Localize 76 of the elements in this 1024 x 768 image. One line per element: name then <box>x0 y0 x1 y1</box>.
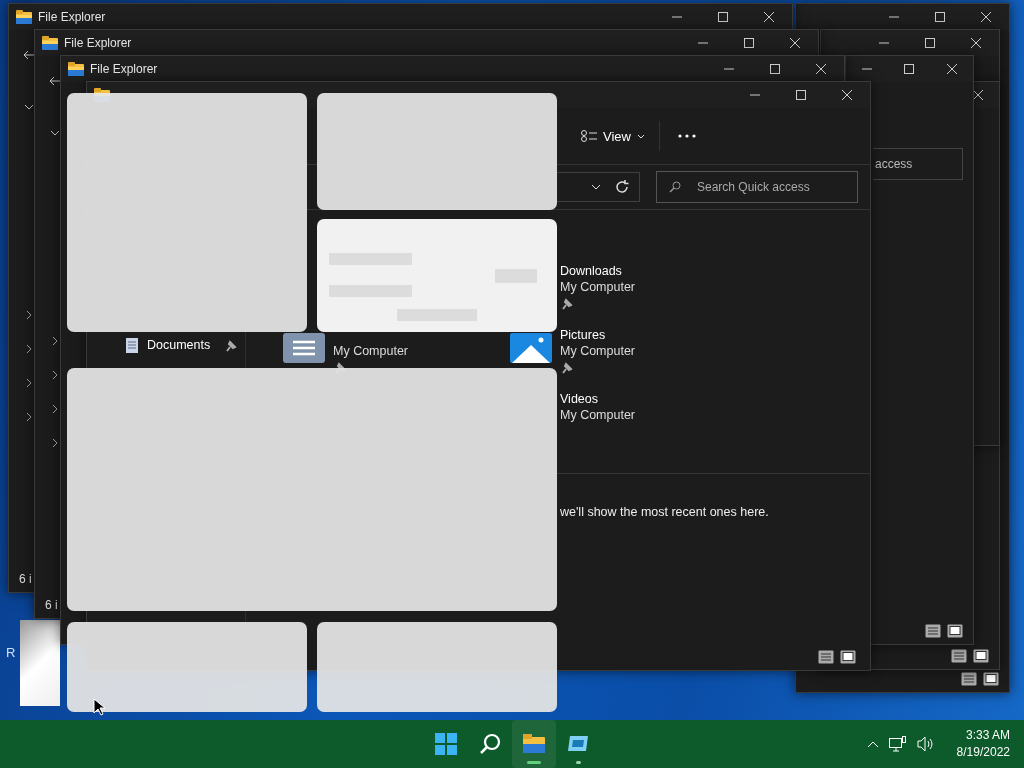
start-icon[interactable] <box>435 733 457 755</box>
more-options-icon[interactable] <box>677 134 696 138</box>
file-explorer-icon[interactable] <box>523 733 545 755</box>
chevron-down-icon[interactable] <box>591 184 601 190</box>
maximize-icon[interactable] <box>770 64 780 74</box>
folder-icon <box>42 36 58 50</box>
chevron-right-icon[interactable] <box>52 404 58 414</box>
close-icon[interactable] <box>972 90 983 100</box>
empty-recent-message: we'll show the most recent ones here. <box>559 504 770 519</box>
large-icons-view-icon[interactable] <box>840 650 856 664</box>
chevron-right-icon[interactable] <box>26 344 32 354</box>
window-title: File Explorer <box>64 36 132 50</box>
search-field[interactable]: access <box>873 148 963 180</box>
folder-location: My Computer <box>560 343 637 359</box>
details-view-icon[interactable] <box>818 650 834 664</box>
back-arrow-icon[interactable] <box>49 76 61 86</box>
chevron-up-icon[interactable] <box>866 740 879 748</box>
maximize-icon[interactable] <box>744 38 754 48</box>
folder-location: My Computer <box>333 343 410 359</box>
close-icon[interactable] <box>764 12 774 22</box>
view-button[interactable]: View <box>573 122 653 150</box>
large-icons-view-icon[interactable] <box>973 649 989 663</box>
folder-tile[interactable]: Videos My Computer <box>560 391 680 455</box>
folder-icon <box>16 10 32 24</box>
view-layout-icon <box>581 130 597 142</box>
window-title: File Explorer <box>90 62 158 76</box>
details-view-icon[interactable] <box>951 649 967 663</box>
maximize-icon[interactable] <box>935 12 945 22</box>
folder-name[interactable]: Videos <box>560 391 680 407</box>
volume-icon[interactable] <box>916 736 935 752</box>
details-view-icon[interactable] <box>925 624 941 638</box>
chevron-right-icon[interactable] <box>26 378 32 388</box>
folder-location: My Computer <box>560 407 637 423</box>
network-icon[interactable] <box>888 736 907 752</box>
close-icon[interactable] <box>842 90 852 100</box>
sidebar-item[interactable]: Documents <box>125 337 237 353</box>
folder-location: My Computer <box>560 279 637 295</box>
pictures-folder-icon[interactable] <box>510 333 552 363</box>
folder-name[interactable]: Downloads <box>560 263 680 279</box>
search-field[interactable]: Search Quick access <box>656 171 858 203</box>
chevron-right-icon[interactable] <box>52 336 58 346</box>
documents-folder-icon[interactable] <box>283 333 325 363</box>
close-icon[interactable] <box>981 12 991 22</box>
status-text: 6 i <box>19 572 32 586</box>
maximize-icon[interactable] <box>904 64 915 74</box>
close-icon[interactable] <box>946 64 957 74</box>
maximize-icon[interactable] <box>718 12 728 22</box>
folder-icon <box>68 62 84 76</box>
caret-icon <box>636 133 645 139</box>
chevron-down-icon[interactable] <box>24 104 34 110</box>
window-title: File Explorer <box>38 10 106 24</box>
close-icon[interactable] <box>790 38 800 48</box>
close-icon[interactable] <box>816 64 826 74</box>
chevron-right-icon[interactable] <box>52 438 58 448</box>
mouse-cursor-icon <box>93 698 105 716</box>
refresh-icon[interactable] <box>615 180 629 194</box>
back-arrow-icon[interactable] <box>23 50 35 60</box>
chevron-right-icon[interactable] <box>26 412 32 422</box>
chevron-right-icon[interactable] <box>26 310 32 320</box>
sidebar-item-label: Documents <box>147 338 211 352</box>
desktop-shortcut-icon[interactable] <box>20 620 60 706</box>
chevron-down-icon[interactable] <box>50 130 60 136</box>
large-icons-view-icon[interactable] <box>983 672 999 686</box>
document-icon <box>125 337 139 353</box>
maximize-icon[interactable] <box>796 90 806 100</box>
large-icons-view-icon[interactable] <box>947 624 963 638</box>
desktop-icon-label[interactable]: R <box>6 645 16 660</box>
file-explorer-button[interactable] <box>512 720 556 768</box>
maximize-icon[interactable] <box>925 38 935 48</box>
details-view-icon[interactable] <box>961 672 977 686</box>
clock[interactable]: 3:33 AM 8/19/2022 <box>952 727 1014 761</box>
search-icon[interactable] <box>479 733 501 755</box>
chevron-right-icon[interactable] <box>52 370 58 380</box>
close-icon[interactable] <box>971 38 981 48</box>
folder-name[interactable]: Pictures <box>560 327 680 343</box>
status-text: 6 i <box>45 598 58 612</box>
